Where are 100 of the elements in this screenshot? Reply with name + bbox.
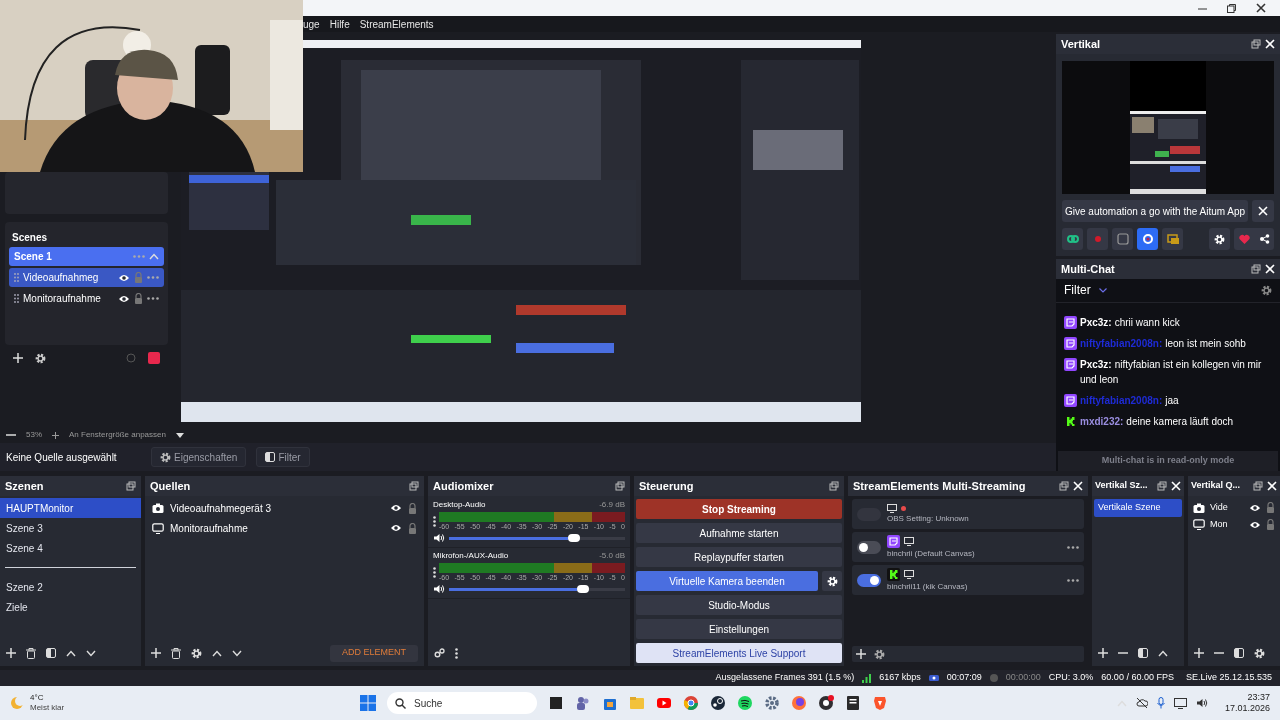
music-icon[interactable] [737, 695, 753, 711]
lock-icon[interactable] [1266, 519, 1275, 530]
panel-icon[interactable] [46, 648, 56, 658]
zoom-fit-option[interactable]: An Fenstergröße anpassen [69, 429, 166, 441]
more-icon[interactable] [455, 647, 458, 659]
lock-icon[interactable] [134, 293, 143, 304]
add-element-button[interactable]: ADD ELEMENT [330, 644, 418, 662]
properties-button[interactable]: Eigenschaften [151, 447, 247, 467]
lion-shield-icon[interactable] [872, 695, 888, 711]
control-button[interactable]: Einstellungen [636, 619, 842, 639]
gears-icon[interactable] [434, 648, 445, 658]
eye-icon[interactable] [390, 503, 402, 513]
zoom-in-icon[interactable] [52, 431, 59, 439]
speaker-icon[interactable] [433, 584, 445, 594]
source-item[interactable]: Videoaufnahmegerät 3 [170, 500, 384, 516]
tool-button[interactable] [1137, 228, 1158, 250]
settings-button[interactable] [1209, 228, 1230, 250]
volume-slider[interactable] [449, 587, 625, 591]
record-app-icon[interactable] [818, 695, 834, 711]
browser-icon[interactable] [683, 695, 699, 711]
speaker-icon[interactable] [1195, 698, 1208, 708]
undock-icon[interactable] [1251, 39, 1261, 49]
add-icon[interactable] [6, 648, 16, 658]
eye-icon[interactable] [118, 272, 130, 283]
tool-button[interactable] [1062, 228, 1083, 250]
panel-icon[interactable] [265, 452, 276, 462]
undock-icon[interactable] [1157, 481, 1167, 491]
trash-icon[interactable] [171, 647, 181, 659]
task-view-icon[interactable] [548, 695, 564, 711]
scene-item[interactable]: Szene 3 [0, 518, 141, 538]
source-item[interactable]: Mon [1210, 517, 1244, 532]
undock-icon[interactable] [1253, 481, 1263, 491]
filter-dropdown[interactable]: Filter [1064, 281, 1091, 300]
play-icon[interactable] [656, 695, 672, 711]
trash-icon[interactable] [26, 647, 36, 659]
eye-icon[interactable] [1249, 519, 1261, 530]
chevron-up-icon[interactable] [66, 649, 76, 657]
slider-thumb[interactable] [576, 584, 589, 593]
search-field[interactable]: Suche [387, 692, 537, 714]
heart-icon[interactable] [1238, 234, 1250, 244]
undock-icon[interactable] [1059, 481, 1069, 491]
add-icon[interactable] [1098, 648, 1108, 658]
scene-item[interactable]: Monitoraufnahme [9, 289, 164, 308]
add-icon[interactable] [13, 353, 23, 363]
people-icon[interactable] [575, 695, 591, 711]
scene-item[interactable]: Videoaufnahmeg [9, 268, 164, 287]
more-icon[interactable] [1067, 578, 1079, 582]
source-item[interactable]: Vide [1210, 500, 1244, 515]
close-icon[interactable] [1256, 3, 1266, 13]
settings-icon[interactable] [874, 648, 885, 660]
undock-icon[interactable] [126, 481, 136, 491]
more-icon[interactable] [433, 516, 436, 527]
scene-item[interactable]: Ziele [0, 597, 141, 617]
lock-icon[interactable] [408, 522, 417, 534]
scene-item[interactable]: HAUPTMonitor [0, 498, 141, 518]
control-button[interactable]: Stop Streaming [636, 499, 842, 519]
speaker-icon[interactable] [433, 533, 445, 543]
eye-icon[interactable] [118, 293, 130, 304]
add-icon[interactable] [856, 649, 866, 659]
control-button[interactable]: Aufnahme starten [636, 523, 842, 543]
undock-icon[interactable] [409, 481, 419, 491]
lock-icon[interactable] [408, 502, 417, 514]
control-button[interactable]: Studio-Modus [636, 595, 842, 615]
chevron-up-icon[interactable] [212, 649, 222, 657]
control-button[interactable]: Replaypuffer starten [636, 547, 842, 567]
record-icon[interactable] [148, 352, 160, 364]
toggle-switch[interactable] [857, 540, 881, 554]
chevron-up-icon[interactable] [1158, 649, 1168, 657]
tool-button[interactable] [1112, 228, 1133, 250]
dropdown-arrow-icon[interactable] [175, 432, 184, 438]
lock-icon[interactable] [1266, 502, 1275, 513]
undock-icon[interactable] [615, 481, 625, 491]
game-client-icon[interactable] [710, 695, 726, 711]
scene-item[interactable]: Szene 4 [0, 538, 141, 558]
slider-thumb[interactable] [567, 533, 580, 542]
add-icon[interactable] [1194, 648, 1204, 658]
undock-icon[interactable] [829, 481, 839, 491]
menu-item[interactable]: StreamElements [359, 16, 434, 32]
add-icon[interactable] [151, 648, 161, 658]
cloud-off-icon[interactable] [1135, 697, 1148, 709]
display-icon[interactable] [1173, 697, 1187, 709]
toggle-switch[interactable] [857, 573, 881, 587]
settings-icon[interactable] [160, 451, 171, 463]
restore-icon[interactable] [1227, 3, 1236, 13]
more-icon[interactable] [433, 567, 436, 578]
source-item[interactable]: Monitoraufnahme [170, 520, 384, 536]
filter-button[interactable]: Filter [256, 447, 310, 467]
control-button[interactable]: StreamElements Live Support [636, 643, 842, 663]
microphone-icon[interactable] [1156, 697, 1165, 709]
panel-icon[interactable] [1234, 648, 1244, 658]
panel-icon[interactable] [1138, 648, 1148, 658]
eye-icon[interactable] [1249, 502, 1261, 513]
scene-item[interactable]: Vertikale Szene [1094, 499, 1182, 517]
tool-button[interactable] [1162, 228, 1183, 250]
more-icon[interactable] [147, 297, 159, 300]
share-icon[interactable] [1258, 234, 1270, 244]
undock-icon[interactable] [1251, 264, 1261, 274]
dismiss-button[interactable] [1252, 200, 1274, 222]
chevron-down-icon[interactable] [1098, 287, 1107, 293]
more-icon[interactable] [1067, 545, 1079, 549]
